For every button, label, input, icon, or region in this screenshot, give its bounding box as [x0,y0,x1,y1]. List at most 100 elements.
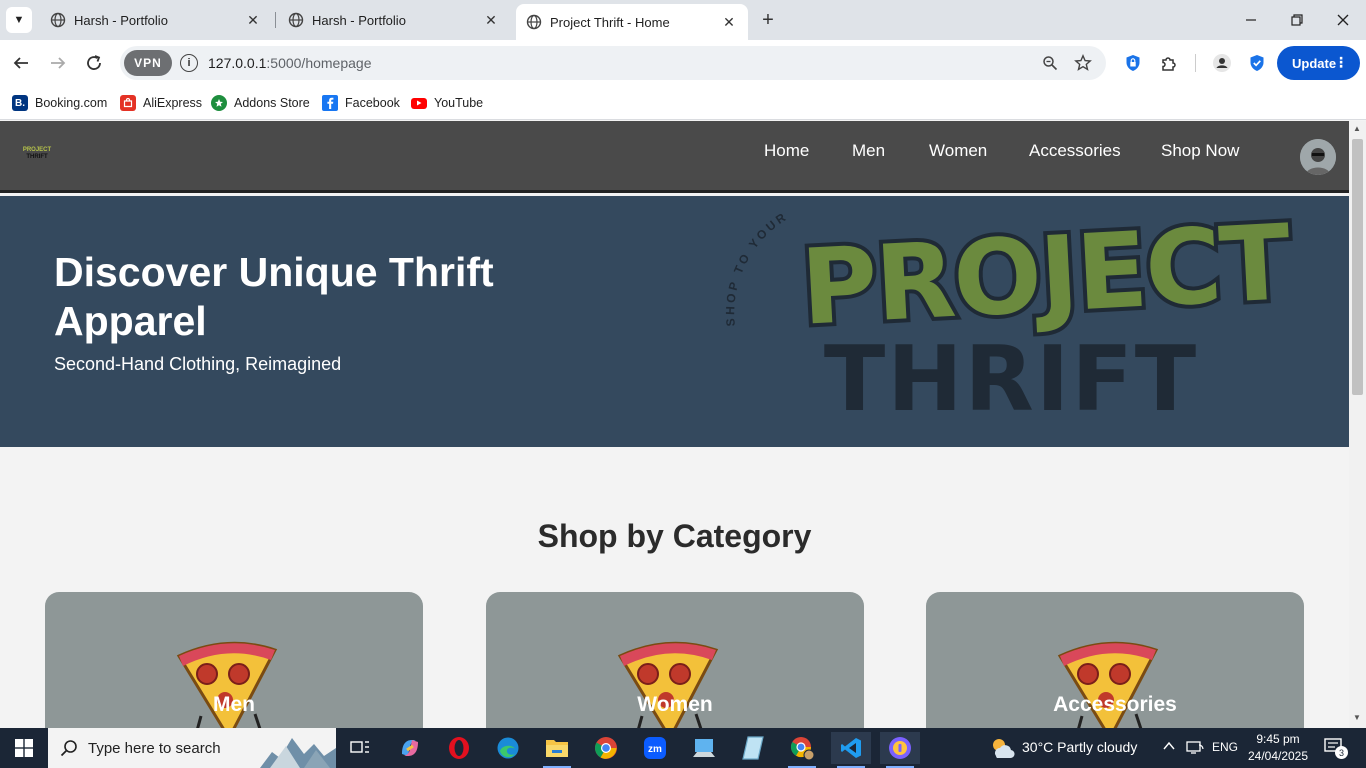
scrollbar-thumb[interactable] [1352,139,1363,395]
category-card-women[interactable]: Women [486,592,864,728]
chevron-up-icon[interactable] [1162,739,1176,758]
category-label: Men [213,693,255,716]
hero-banner: Discover Unique Thrift Apparel Second-Ha… [0,196,1349,447]
bookmark-label: Facebook [345,96,400,110]
category-label: Women [637,693,713,716]
logo-arc-text: SHOP TO YOUR [723,209,787,327]
notification-count-badge: 3 [1335,746,1348,759]
browser-toolbar: VPN i 127.0.0.1:5000/homepage Update ⋮ [0,40,1366,86]
tab-project-thrift[interactable]: Project Thrift - Home ✕ [516,4,748,40]
tab-title: Harsh - Portfolio [74,12,168,28]
bookmark-aliexpress[interactable]: AliExpress [120,92,202,114]
edge-icon[interactable] [488,732,528,764]
clock-date: 24/04/2025 [1247,749,1309,763]
file-explorer-icon[interactable] [537,732,577,768]
category-label: Accessories [1053,693,1177,716]
weather-text[interactable]: 30°C Partly cloudy [1022,739,1137,755]
site-logo[interactable]: PROJECT THRIFT [18,147,56,165]
scroll-down-icon[interactable]: ▼ [1353,713,1361,722]
vpn-app-icon[interactable] [880,732,920,768]
network-icon[interactable] [1186,739,1204,760]
category-card-men[interactable]: Men [45,592,423,728]
language-indicator[interactable]: ENG [1212,740,1238,754]
bookmark-star-icon[interactable] [1072,52,1094,74]
page-scrollbar[interactable]: ▲ ▼ [1349,121,1366,728]
search-icon [60,740,77,757]
globe-icon [288,12,304,28]
taskbar-search[interactable]: Type here to search [48,728,336,768]
shield-lock-icon[interactable] [1120,50,1146,76]
clock-time: 9:45 pm [1256,732,1300,746]
bookmarks-bar: B. Booking.com AliExpress Addons Store F… [0,86,1366,120]
vscode-icon[interactable] [831,732,871,768]
nav-link-shop-now[interactable]: Shop Now [1161,141,1239,161]
notes-app-icon[interactable] [733,732,773,764]
windows-start-icon[interactable] [0,728,48,768]
vpn-badge[interactable]: VPN [124,50,172,76]
reload-icon[interactable] [79,48,109,78]
new-tab-plus-icon[interactable]: + [756,8,780,32]
toolbar-divider [1195,54,1196,72]
copilot-icon[interactable] [390,732,430,764]
extensions-puzzle-icon[interactable] [1156,50,1182,76]
desktop-app-icon[interactable] [684,732,724,764]
hero-subtitle: Second-Hand Clothing, Reimagined [54,354,342,374]
more-vertical-icon[interactable]: ⋮ [1334,54,1348,71]
section-title: Shop by Category [537,518,812,554]
chrome-icon[interactable] [586,732,626,764]
bookmark-label: Booking.com [35,96,108,110]
opera-icon[interactable] [439,732,479,764]
booking-icon: B. [12,95,28,111]
nav-link-home[interactable]: Home [764,141,809,161]
nav-link-accessories[interactable]: Accessories [1029,141,1121,161]
minimize-icon[interactable] [1228,0,1274,40]
profile-icon[interactable] [1209,50,1235,76]
tab-title: Project Thrift - Home [550,14,670,30]
bookmark-booking[interactable]: B. Booking.com [12,92,107,114]
nav-link-men[interactable]: Men [852,141,885,161]
bookmark-youtube[interactable]: YouTube [411,92,483,114]
bookmark-facebook[interactable]: Facebook [322,92,400,114]
nav-link-women[interactable]: Women [929,141,987,161]
site-logo-line1: PROJECT [22,147,52,153]
update-button[interactable]: Update ⋮ [1277,46,1360,80]
tab-harsh-portfolio-2[interactable]: Harsh - Portfolio ✕ [278,0,510,40]
hero-title: Discover Unique Thrift Apparel [54,249,494,344]
user-avatar[interactable] [1300,139,1336,175]
restore-icon[interactable] [1274,0,1320,40]
bookmark-addons-store[interactable]: Addons Store [211,92,310,114]
facebook-icon [322,95,338,111]
weather-icon[interactable] [988,736,1016,765]
shield-check-icon[interactable] [1244,50,1270,76]
globe-icon [526,14,542,30]
url-text[interactable]: 127.0.0.1:5000/homepage [208,55,371,71]
address-bar[interactable]: VPN i 127.0.0.1:5000/homepage [120,46,1106,80]
notification-icon[interactable]: 3 [1324,738,1348,761]
windows-taskbar: Type here to search zm 30°C Partly cloud… [0,728,1366,768]
search-highlight-image-icon [260,738,336,768]
tab-harsh-portfolio-1[interactable]: Harsh - Portfolio ✕ [40,0,272,40]
taskbar-clock[interactable]: 9:45 pm 24/04/2025 [1243,731,1313,765]
close-icon[interactable]: ✕ [720,13,738,31]
tab-title: Harsh - Portfolio [312,12,406,28]
zoom-app-icon[interactable]: zm [635,732,675,764]
forward-arrow-icon[interactable] [43,48,73,78]
tab-search-icon[interactable]: ▼ [6,7,32,33]
task-view-icon[interactable] [340,732,380,764]
globe-icon [50,12,66,28]
back-arrow-icon[interactable] [6,48,36,78]
category-card-accessories[interactable]: Accessories [926,592,1304,728]
zoom-icon[interactable] [1039,52,1061,74]
chrome-profile-icon[interactable] [782,732,822,768]
info-icon[interactable]: i [180,54,198,72]
close-icon[interactable]: ✕ [482,11,500,29]
taskbar-search-placeholder: Type here to search [88,739,221,757]
bookmark-label: YouTube [434,96,484,110]
bookmark-label: Addons Store [234,96,310,110]
bookmark-label: AliExpress [143,96,203,110]
scroll-up-icon[interactable]: ▲ [1353,124,1361,133]
svg-text:zm: zm [648,744,662,755]
project-thrift-logo: SHOP TO YOUR PROJECT THRIFT [723,197,1298,432]
close-icon[interactable]: ✕ [244,11,262,29]
close-window-icon[interactable] [1320,0,1366,40]
